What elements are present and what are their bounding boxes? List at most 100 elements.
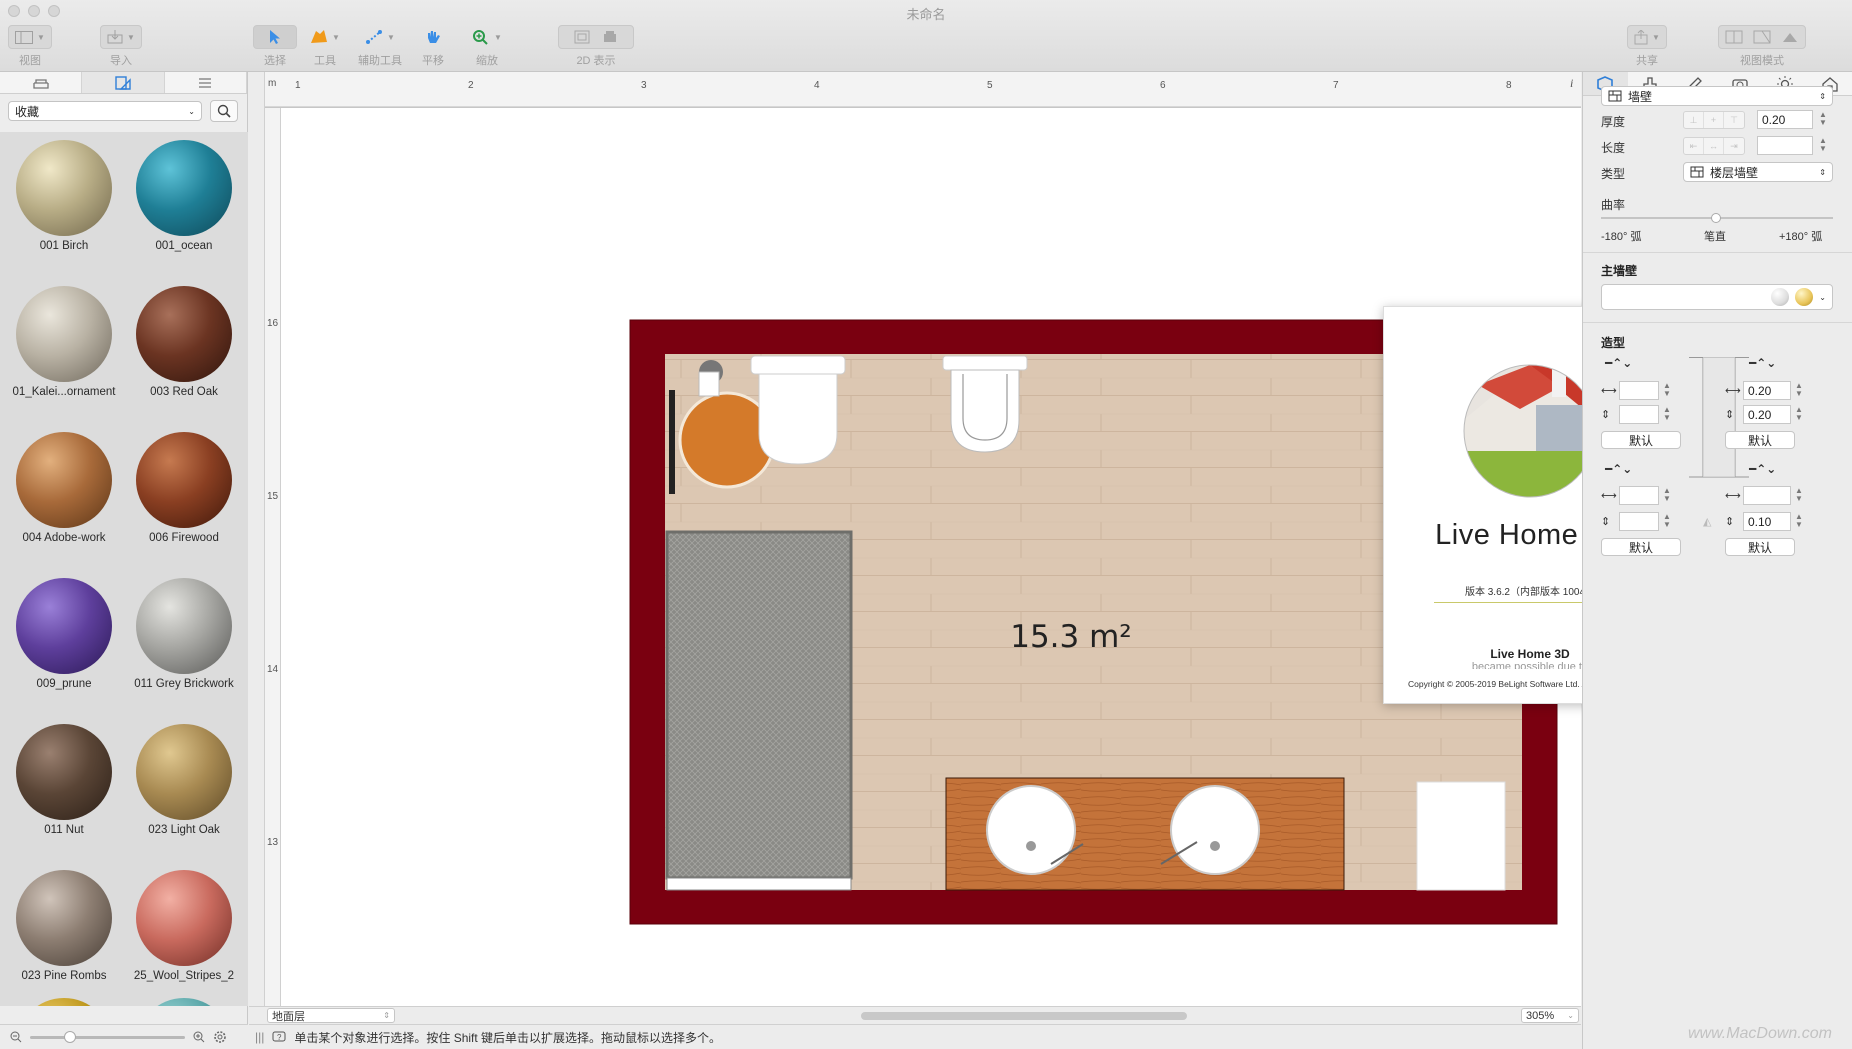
left-top-profile-icon[interactable]: ━⌃⌄ — [1605, 356, 1632, 370]
towel-rail — [669, 390, 675, 494]
right-top-width-stepper[interactable]: ▲ ▼ — [1795, 382, 1803, 398]
material-item[interactable]: 023 Pine Rombs — [4, 870, 124, 982]
material-item[interactable]: 011 Grey Brickwork — [124, 578, 244, 690]
thumbnail-size-slider[interactable] — [30, 1030, 185, 1043]
left-bottom-height-stepper[interactable]: ▲ ▼ — [1663, 513, 1671, 529]
search-button[interactable] — [210, 100, 238, 122]
material-item[interactable]: 001_ocean — [124, 140, 244, 252]
left-top-height-stepper[interactable]: ▲ ▼ — [1663, 406, 1671, 422]
right-top-profile-icon[interactable]: ━⌃⌄ — [1749, 356, 1776, 370]
plan-2d-icon — [574, 30, 590, 44]
left-top-width-input[interactable] — [1619, 381, 1659, 400]
width-icon: ⟷ — [1725, 490, 1741, 502]
right-bottom-width-input[interactable] — [1743, 486, 1791, 505]
view-button[interactable]: ▼ — [8, 25, 52, 49]
share-icon — [1634, 29, 1648, 44]
title-toolbar: 未命名 ▼ 视图 ▼ 导入 选择 ▼ 工具 ▼ 辅助工具 平移 ▼ 缩放 2D … — [0, 0, 1852, 72]
left-bottom-default-button[interactable]: 默认 — [1601, 538, 1681, 556]
left-bottom-width-input[interactable] — [1619, 486, 1659, 505]
printer-icon — [604, 31, 616, 42]
symmetry-icon[interactable]: ◭ — [1703, 515, 1711, 528]
material-swatch — [16, 432, 112, 528]
length-align-buttons[interactable]: ⇤ ↔ ⇥ — [1683, 137, 1745, 155]
room-area-label: 15.3 m² — [1010, 619, 1132, 655]
library-footer — [0, 1024, 248, 1049]
category-select[interactable]: 收藏 ⌄ — [8, 101, 202, 121]
info-icon[interactable]: i — [1567, 76, 1577, 90]
material-item[interactable]: 25_Wool_Stripes_2 — [124, 870, 244, 982]
material-swatch — [136, 870, 232, 966]
ruler-tick-label: 15 — [267, 491, 279, 502]
right-bottom-height-input[interactable]: 0.10 — [1743, 512, 1791, 531]
left-top-width-stepper[interactable]: ▲ ▼ — [1663, 382, 1671, 398]
right-bottom-width-stepper[interactable]: ▲ ▼ — [1795, 487, 1803, 503]
app-logo-icon — [1463, 364, 1597, 498]
panel-splitter[interactable] — [249, 72, 265, 1022]
right-top-height-input[interactable]: 0.20 — [1743, 405, 1791, 424]
left-bottom-profile-icon[interactable]: ━⌃⌄ — [1605, 462, 1632, 476]
view-mode-segment[interactable] — [1718, 25, 1806, 49]
level-select[interactable]: 地面层 ⇕ — [267, 1008, 395, 1023]
curvature-slider[interactable] — [1601, 213, 1833, 223]
chevron-down-icon: ⌄ — [1819, 292, 1826, 302]
material-swatch — [16, 724, 112, 820]
wall-type-select[interactable]: 楼层墙壁 ⇕ — [1683, 162, 1833, 182]
right-top-width-input[interactable]: 0.20 — [1743, 381, 1791, 400]
material-item[interactable]: 001 Birch — [4, 140, 124, 252]
zoom-value: 305% — [1526, 1009, 1555, 1022]
zoom-out-icon[interactable] — [10, 1031, 22, 1043]
left-top-height-input[interactable] — [1619, 405, 1659, 424]
view-label: 视图 — [18, 55, 41, 67]
thickness-stepper[interactable]: ▲ ▼ — [1819, 111, 1827, 127]
curvature-knob[interactable] — [1711, 213, 1721, 223]
horizontal-scrollbar[interactable] — [861, 1012, 1187, 1020]
thickness-input[interactable]: 0.20 — [1757, 110, 1813, 129]
right-bottom-default-button[interactable]: 默认 — [1725, 538, 1795, 556]
tools-button[interactable]: ▼ — [306, 25, 344, 49]
tab-objects[interactable] — [0, 72, 83, 93]
display-2d-segment[interactable] — [558, 25, 634, 49]
thickness-align-buttons[interactable]: ⊥ + ⊤ — [1683, 111, 1745, 129]
material-item[interactable]: 006 Firewood — [124, 432, 244, 544]
bidet-top — [942, 355, 1028, 371]
slider-knob[interactable] — [64, 1030, 76, 1043]
material-swatch — [16, 998, 112, 1006]
object-type-select[interactable]: 墙壁 ⇕ — [1601, 86, 1833, 106]
left-bottom-height-input[interactable] — [1619, 512, 1659, 531]
zoom-button[interactable]: ▼ — [468, 25, 506, 49]
material-item-partial[interactable] — [124, 998, 244, 1006]
share-button[interactable]: ▼ — [1627, 25, 1667, 49]
length-stepper[interactable]: ▲ ▼ — [1819, 137, 1827, 153]
material-item[interactable]: 023 Light Oak — [124, 724, 244, 836]
search-icon — [217, 104, 231, 118]
material-swatch — [136, 140, 232, 236]
right-bottom-profile-icon[interactable]: ━⌃⌄ — [1749, 462, 1776, 476]
left-top-default-button[interactable]: 默认 — [1601, 431, 1681, 449]
splitter-grip-icon: ||| — [255, 1030, 265, 1044]
material-item[interactable]: 004 Adobe-work — [4, 432, 124, 544]
zoom-select[interactable]: 305% ⌄ — [1521, 1008, 1579, 1023]
material-item[interactable]: 009_prune — [4, 578, 124, 690]
svg-text:?: ? — [277, 1033, 282, 1042]
material-item[interactable]: 011 Nut — [4, 724, 124, 836]
main-wall-material-select[interactable]: ⌄ — [1601, 284, 1833, 310]
material-swatch — [136, 286, 232, 382]
gear-icon[interactable] — [213, 1030, 227, 1044]
pan-button[interactable] — [420, 25, 446, 49]
aux-tools-button[interactable]: ▼ — [361, 25, 399, 49]
material-item-partial[interactable] — [4, 998, 124, 1006]
material-item[interactable]: 01_Kalei...ornament — [4, 286, 124, 398]
zoom-in-icon[interactable] — [193, 1031, 205, 1043]
width-icon: ⟷ — [1601, 385, 1617, 397]
length-input[interactable] — [1757, 136, 1813, 155]
left-bottom-width-stepper[interactable]: ▲ ▼ — [1663, 487, 1671, 503]
right-top-height-stepper[interactable]: ▲ ▼ — [1795, 406, 1803, 422]
select-tool-button[interactable] — [253, 25, 297, 49]
material-item[interactable]: 003 Red Oak — [124, 286, 244, 398]
3d-view-icon — [1783, 33, 1797, 42]
right-top-default-button[interactable]: 默认 — [1725, 431, 1795, 449]
import-button[interactable]: ▼ — [100, 25, 142, 49]
right-bottom-height-stepper[interactable]: ▲ ▼ — [1795, 513, 1803, 529]
tab-list[interactable] — [165, 72, 247, 93]
tab-materials[interactable] — [82, 72, 165, 93]
